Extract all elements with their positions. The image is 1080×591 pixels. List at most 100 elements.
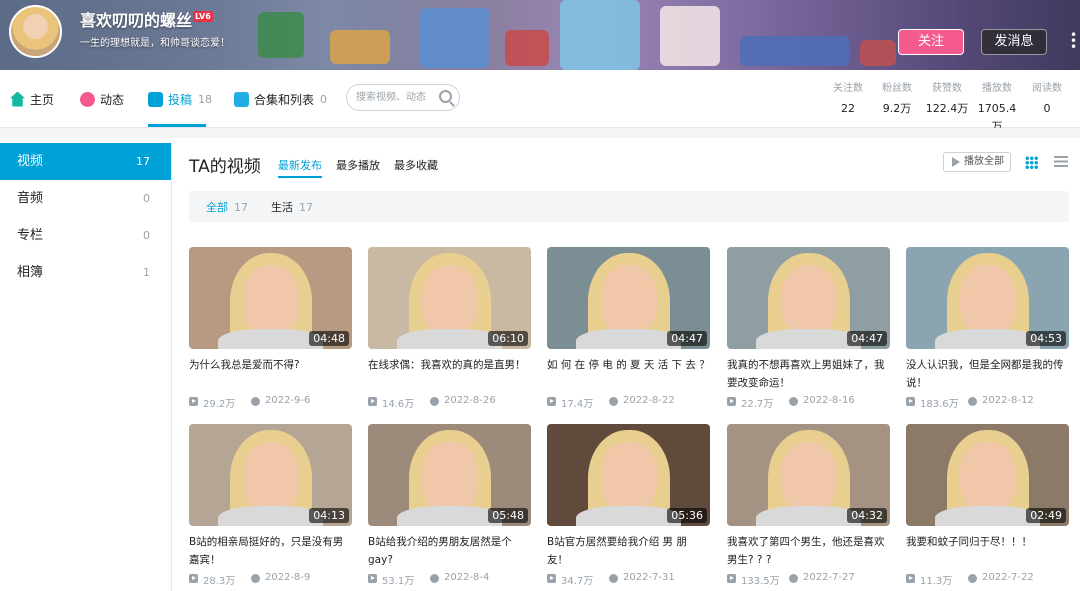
video-title[interactable]: B站官方居然要给我介绍 男 朋 友！	[547, 533, 710, 569]
video-card[interactable]: 05:36 B站官方居然要给我介绍 男 朋 友！ 34.7万 2022-7-31	[547, 424, 710, 587]
play-count: 133.5万	[727, 572, 780, 587]
profile-nav: 主页 动态 投稿 18 合集和列表 0 搜索视频、动态 关注数 22 粉丝数 9…	[0, 70, 1080, 133]
filter-count: 17	[234, 201, 248, 214]
sidebar-item-audio[interactable]: 音频 0	[0, 180, 171, 217]
video-card[interactable]: 04:47 我真的不想再喜欢上男姐妹了，我要改变命运！ 22.7万 2022-8-16	[727, 247, 890, 410]
thumbnail-face	[242, 442, 299, 513]
sidebar-item-label: 相簿	[17, 265, 44, 280]
video-duration: 06:10	[488, 331, 528, 346]
video-card[interactable]: 04:48 为什么我总是爱而不得? 29.2万 2022-9-6	[189, 247, 352, 410]
bunny-plush-decoration	[660, 6, 720, 66]
thumbnail-body	[397, 329, 502, 349]
publish-date: 2022-7-22	[968, 572, 1034, 583]
video-title[interactable]: 我要和蚊子同归于尽！！！	[906, 533, 1069, 569]
video-title[interactable]: B站给我介绍的男朋友居然是个gay?	[368, 533, 531, 569]
video-card[interactable]: 05:48 B站给我介绍的男朋友居然是个gay? 53.1万 2022-8-4	[368, 424, 531, 587]
thumbnail-face	[780, 265, 837, 336]
publish-date: 2022-9-6	[251, 395, 310, 406]
thumbnail-face	[600, 265, 657, 336]
tab-dynamics[interactable]: 动态	[80, 89, 124, 109]
video-thumbnail[interactable]: 05:48	[368, 424, 531, 526]
video-meta: 133.5万 2022-7-27	[727, 571, 890, 587]
more-options-icon[interactable]: • • •	[1070, 29, 1077, 53]
stat-value: 9.2万	[882, 102, 912, 115]
filter-label: 生活	[271, 201, 293, 214]
sidebar-item-album[interactable]: 相簿 1	[0, 254, 171, 291]
publish-date: 2022-7-31	[609, 572, 675, 583]
thumbnail-body	[935, 506, 1040, 526]
play-count: 28.3万	[189, 572, 235, 587]
video-card[interactable]: 04:47 如 何 在 停 电 的 夏 天 活 下 去 ？ 17.4万 2022-8-…	[547, 247, 710, 410]
video-thumbnail[interactable]: 04:47	[727, 247, 890, 349]
video-card[interactable]: 02:49 我要和蚊子同归于尽！！！ 11.3万 2022-7-22	[906, 424, 1069, 587]
video-duration: 05:36	[667, 508, 707, 523]
stat-following[interactable]: 关注数 22	[826, 82, 870, 118]
sidebar-item-count: 17	[136, 155, 150, 168]
stat-followers[interactable]: 粉丝数 9.2万	[875, 82, 919, 118]
follow-button[interactable]: 关注	[898, 29, 964, 55]
video-thumbnail[interactable]: 04:48	[189, 247, 352, 349]
avatar[interactable]	[9, 5, 62, 58]
sort-most-played[interactable]: 最多播放	[336, 157, 380, 173]
section-gap	[0, 128, 1080, 138]
video-thumbnail[interactable]: 05:36	[547, 424, 710, 526]
video-title[interactable]: 我真的不想再喜欢上男姐妹了，我要改变命运！	[727, 356, 890, 392]
gift-box-decoration	[258, 12, 304, 58]
gift-box-decoration	[860, 40, 896, 66]
tab-uploads[interactable]: 投稿 18	[148, 89, 212, 109]
video-meta: 53.1万 2022-8-4	[368, 571, 531, 587]
sidebar-item-article[interactable]: 专栏 0	[0, 217, 171, 254]
sidebar-item-label: 专栏	[17, 228, 44, 243]
gift-box-decoration	[330, 30, 390, 64]
sidebar-item-video[interactable]: 视频 17	[0, 143, 171, 180]
video-title[interactable]: B站的相亲局挺好的，只是没有男嘉宾！	[189, 533, 352, 569]
stat-label: 粉丝数	[882, 83, 912, 94]
play-count: 14.6万	[368, 395, 414, 410]
filter-all[interactable]: 全部 17	[206, 199, 248, 215]
grid-view-icon[interactable]	[1025, 156, 1038, 169]
thumbnail-face	[959, 265, 1016, 336]
video-thumbnail[interactable]: 04:53	[906, 247, 1069, 349]
video-card[interactable]: 04:13 B站的相亲局挺好的，只是没有男嘉宾！ 28.3万 2022-8-9	[189, 424, 352, 587]
gift-box-decoration	[505, 30, 549, 66]
video-duration: 02:49	[1026, 508, 1066, 523]
publish-date: 2022-8-4	[430, 572, 489, 583]
thumbnail-face	[242, 265, 299, 336]
video-thumbnail[interactable]: 04:13	[189, 424, 352, 526]
video-thumbnail[interactable]: 06:10	[368, 247, 531, 349]
publish-date: 2022-8-9	[251, 572, 310, 583]
sort-latest[interactable]: 最新发布	[278, 157, 322, 178]
video-duration: 04:47	[667, 331, 707, 346]
filter-life[interactable]: 生活 17	[271, 199, 313, 215]
video-title[interactable]: 为什么我总是爱而不得?	[189, 356, 352, 392]
video-thumbnail[interactable]: 04:32	[727, 424, 890, 526]
video-thumbnail[interactable]: 02:49	[906, 424, 1069, 526]
thumbnail-body	[576, 329, 681, 349]
publish-date: 2022-7-27	[789, 572, 855, 583]
tab-count: 18	[198, 92, 213, 106]
user-signature: 一生的理想就是，和帅哥谈恋爱！	[80, 38, 230, 49]
list-view-icon[interactable]	[1054, 156, 1068, 169]
video-card[interactable]: 04:53 没人认识我，但是全网都是我的传说！ 183.6万 2022-8-12	[906, 247, 1069, 410]
play-all-button[interactable]: 播放全部	[943, 152, 1011, 172]
video-duration: 04:53	[1026, 331, 1066, 346]
video-card[interactable]: 06:10 在线求偶：我喜欢的真的是直男！ 14.6万 2022-8-26	[368, 247, 531, 410]
search-icon[interactable]	[439, 90, 452, 103]
tab-home[interactable]: 主页	[10, 89, 54, 109]
tab-label: 投稿	[168, 92, 193, 107]
search-input[interactable]: 搜索视频、动态	[346, 84, 460, 111]
video-title[interactable]: 没人认识我，但是全网都是我的传说！	[906, 356, 1069, 392]
video-title[interactable]: 在线求偶：我喜欢的真的是直男！	[368, 356, 531, 392]
video-title[interactable]: 如 何 在 停 电 的 夏 天 活 下 去 ？	[547, 356, 710, 392]
video-duration: 05:48	[488, 508, 528, 523]
message-button[interactable]: 发消息	[981, 29, 1047, 55]
sort-most-favorited[interactable]: 最多收藏	[394, 157, 438, 173]
thumbnail-face	[780, 442, 837, 513]
video-thumbnail[interactable]: 04:47	[547, 247, 710, 349]
video-title[interactable]: 我喜欢了第四个男生，他还是喜欢男生? ? ?	[727, 533, 890, 569]
tab-collections[interactable]: 合集和列表 0	[234, 89, 327, 109]
stat-likes: 获赞数 122.4万	[925, 82, 969, 118]
sidebar-item-count: 0	[143, 192, 150, 205]
video-card[interactable]: 04:32 我喜欢了第四个男生，他还是喜欢男生? ? ? 133.5万 2022-7-…	[727, 424, 890, 587]
video-duration: 04:47	[847, 331, 887, 346]
